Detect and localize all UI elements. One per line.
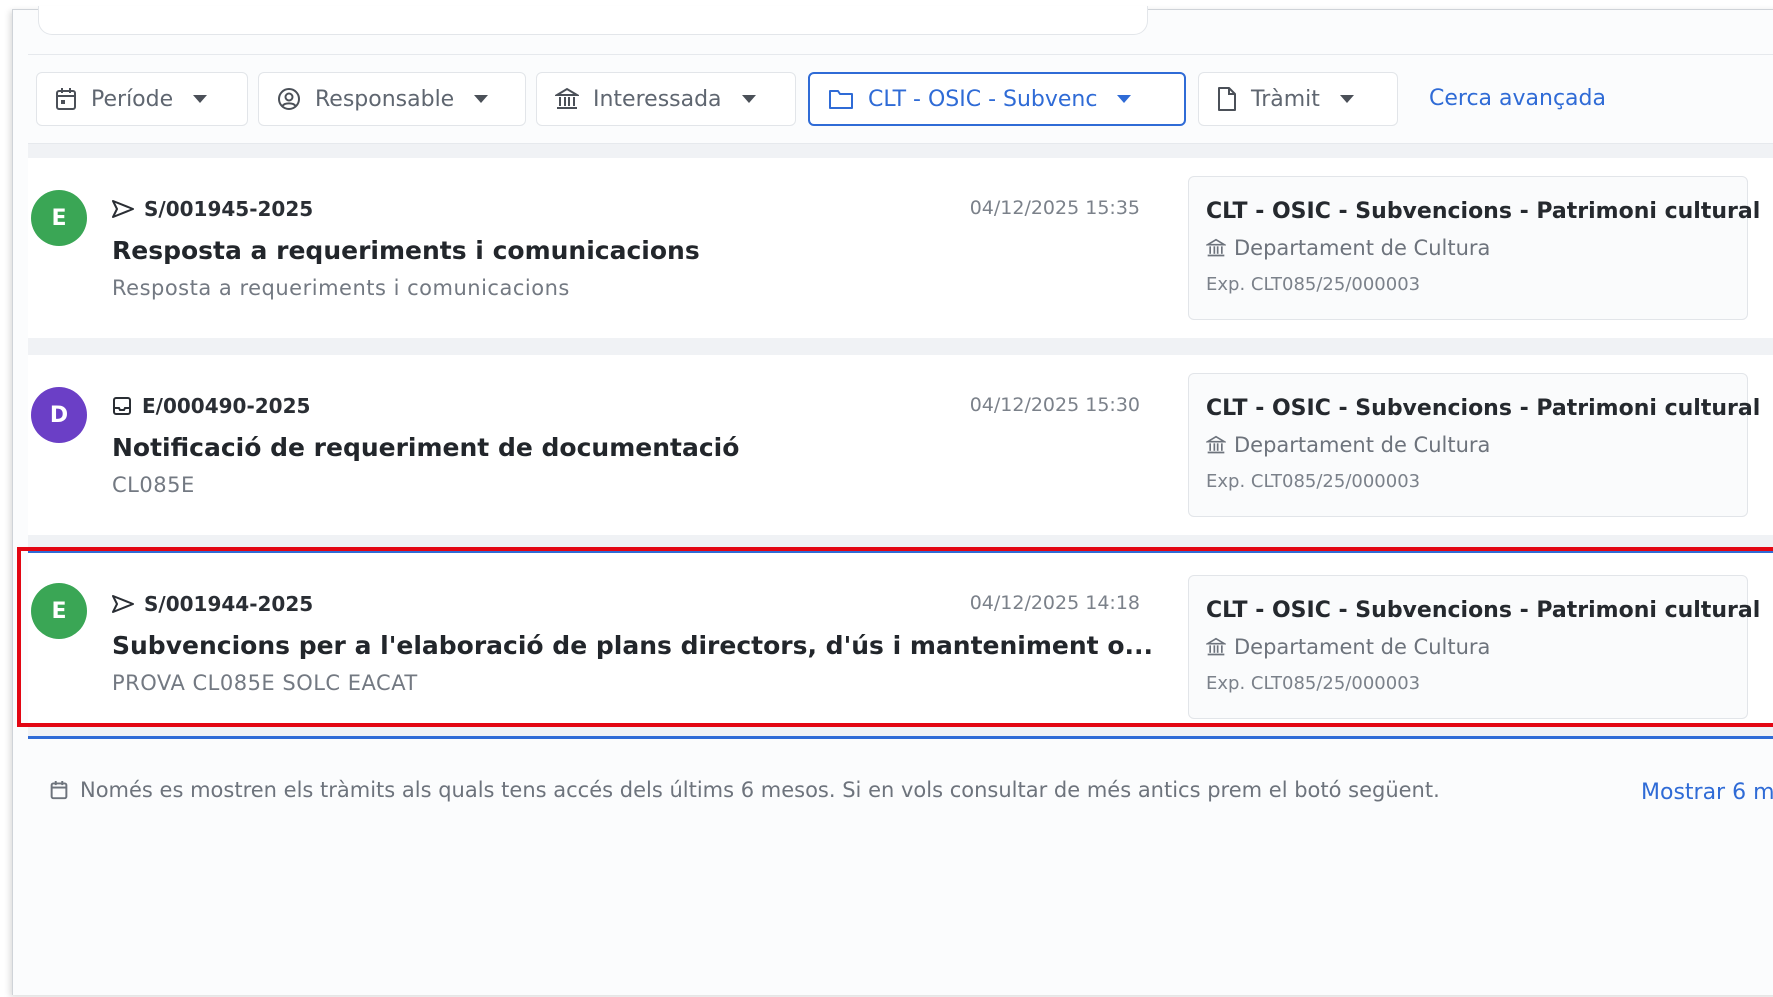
list-item[interactable]: D E/000490-2025 04/12/2025 15:30 Notific… bbox=[28, 355, 1773, 535]
expedient-number: Exp. CLT085/25/000003 bbox=[1206, 274, 1421, 295]
user-circle-icon bbox=[278, 88, 300, 110]
expedient-number: Exp. CLT085/25/000003 bbox=[1206, 471, 1421, 492]
department-label: Departament de Cultura bbox=[1234, 236, 1491, 260]
avatar: D bbox=[31, 387, 87, 443]
bank-icon bbox=[1206, 435, 1226, 454]
avatar: E bbox=[31, 583, 87, 639]
filter-label: Interessada bbox=[593, 86, 722, 112]
item-title: Notificació de requeriment de documentac… bbox=[112, 433, 740, 462]
department-label: Departament de Cultura bbox=[1234, 635, 1491, 659]
item-date: 04/12/2025 15:30 bbox=[969, 394, 1140, 416]
list-item-selected[interactable]: E S/001944-2025 04/12/2025 14:18 Subvenc… bbox=[28, 553, 1773, 725]
chevron-down-icon bbox=[1339, 95, 1354, 103]
chevron-down-icon bbox=[1117, 95, 1132, 103]
chevron-down-icon bbox=[193, 95, 208, 103]
item-subtitle: PROVA CL085E SOLC EACAT bbox=[112, 671, 418, 695]
divider bbox=[28, 54, 1773, 55]
department-label: Departament de Cultura bbox=[1234, 433, 1491, 457]
chevron-down-icon bbox=[741, 95, 756, 103]
send-icon bbox=[112, 200, 134, 218]
filter-responsable[interactable]: Responsable bbox=[258, 72, 526, 126]
item-date: 04/12/2025 15:35 bbox=[969, 197, 1140, 219]
procedure-card[interactable]: CLT - OSIC - Subvencions - Patrimoni cul… bbox=[1188, 176, 1761, 320]
history-note-text: Només es mostren els tràmits als quals t… bbox=[80, 778, 1440, 802]
bank-icon bbox=[1206, 238, 1226, 257]
bank-icon bbox=[1206, 637, 1226, 656]
item-date: 04/12/2025 14:18 bbox=[969, 592, 1140, 614]
calendar-icon bbox=[50, 781, 68, 800]
filter-label: Període bbox=[91, 86, 174, 112]
procedure-title: CLT - OSIC - Subvencions - Patrimoni cul… bbox=[1206, 598, 1761, 623]
filter-category[interactable]: CLT - OSIC - Subvenc bbox=[808, 72, 1186, 126]
item-reference: S/001944-2025 bbox=[112, 592, 313, 616]
item-title: Resposta a requeriments i comunicacions bbox=[112, 236, 700, 265]
procedure-card[interactable]: CLT - OSIC - Subvencions - Patrimoni cul… bbox=[1188, 575, 1761, 719]
list-end-line bbox=[28, 736, 1773, 739]
folder-icon bbox=[829, 90, 853, 109]
filter-periode[interactable]: Període bbox=[36, 72, 248, 126]
item-reference: E/000490-2025 bbox=[112, 394, 310, 418]
item-subtitle: Resposta a requeriments i comunicacions bbox=[112, 276, 570, 300]
filter-tramit[interactable]: Tràmit bbox=[1198, 72, 1398, 126]
procedure-title: CLT - OSIC - Subvencions - Patrimoni cul… bbox=[1206, 199, 1761, 224]
bank-icon bbox=[555, 87, 579, 109]
history-note: Només es mostren els tràmits als quals t… bbox=[50, 778, 1440, 802]
inbox-icon bbox=[113, 397, 131, 415]
chevron-down-icon bbox=[474, 95, 489, 103]
expedient-number: Exp. CLT085/25/000003 bbox=[1206, 673, 1421, 694]
list-item[interactable]: E S/001945-2025 04/12/2025 15:35 Respost… bbox=[28, 158, 1773, 338]
send-icon bbox=[112, 595, 134, 613]
department: Departament de Cultura bbox=[1206, 635, 1747, 659]
procedure-card[interactable]: CLT - OSIC - Subvencions - Patrimoni cul… bbox=[1188, 373, 1761, 517]
advanced-search-link[interactable]: Cerca avançada bbox=[1429, 86, 1606, 111]
show-more-link[interactable]: Mostrar 6 m bbox=[1641, 780, 1773, 805]
reference-number: E/000490-2025 bbox=[142, 394, 311, 418]
item-title: Subvencions per a l'elaboració de plans … bbox=[112, 631, 1154, 660]
item-reference: S/001945-2025 bbox=[112, 197, 313, 221]
filter-interessada[interactable]: Interessada bbox=[536, 72, 796, 126]
document-icon bbox=[1218, 87, 1236, 111]
reference-number: S/001944-2025 bbox=[144, 592, 314, 616]
department: Departament de Cultura bbox=[1206, 433, 1747, 457]
filter-label: Responsable bbox=[315, 86, 455, 112]
department: Departament de Cultura bbox=[1206, 236, 1747, 260]
avatar: E bbox=[31, 190, 87, 246]
calendar-icon bbox=[56, 88, 76, 110]
reference-number: S/001945-2025 bbox=[144, 197, 314, 221]
filter-label: CLT - OSIC - Subvenc bbox=[868, 86, 1098, 112]
filter-label: Tràmit bbox=[1251, 86, 1320, 112]
procedure-title: CLT - OSIC - Subvencions - Patrimoni cul… bbox=[1206, 396, 1761, 421]
item-subtitle: CL085E bbox=[112, 473, 195, 497]
search-bar-edge[interactable] bbox=[38, 6, 1148, 35]
